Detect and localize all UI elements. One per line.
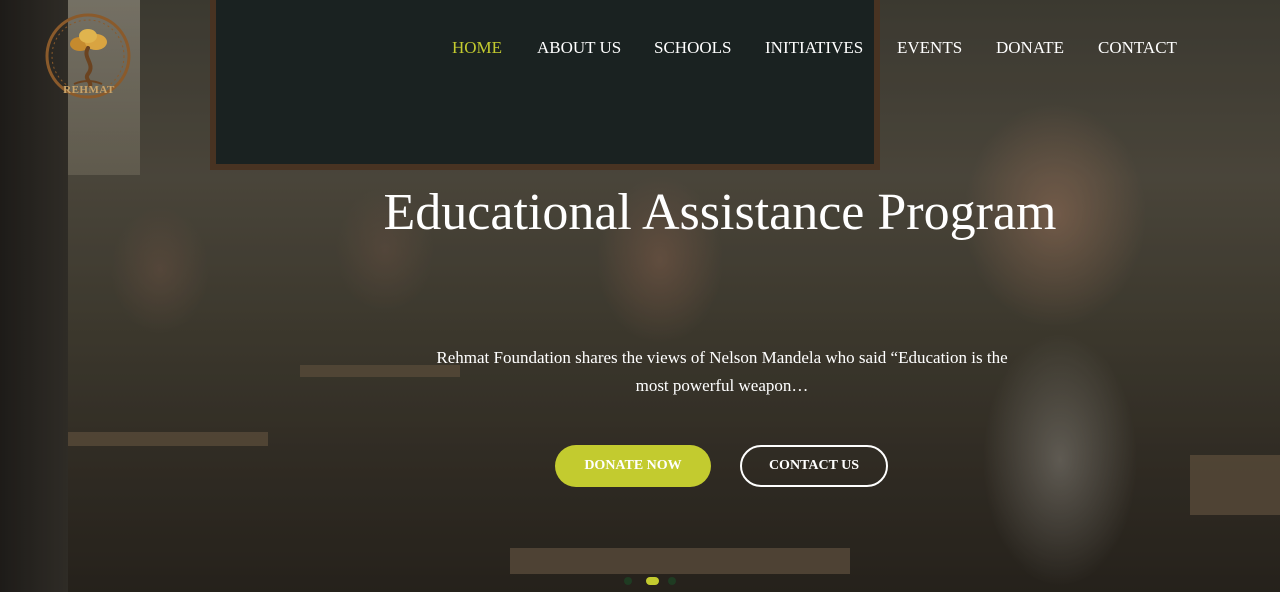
slider-dot-active[interactable] (646, 577, 659, 585)
logo-text: REHMAT (63, 84, 115, 96)
hero-dark-overlay (0, 0, 1280, 592)
nav-schools[interactable]: SCHOOLS (654, 38, 731, 58)
slider-pagination (624, 577, 684, 587)
hero-background-image (0, 0, 1280, 592)
nav-initiatives[interactable]: INITIATIVES (765, 38, 863, 58)
slider-dot[interactable] (624, 577, 632, 585)
contact-us-button[interactable]: CONTACT US (740, 445, 888, 487)
nav-donate[interactable]: DONATE (996, 38, 1064, 58)
nav-events[interactable]: EVENTS (897, 38, 962, 58)
main-navigation: HOME ABOUT US SCHOOLS INITIATIVES EVENTS… (0, 38, 1280, 60)
nav-home[interactable]: HOME (452, 38, 502, 58)
nav-about-us[interactable]: ABOUT US (537, 38, 621, 58)
nav-contact[interactable]: CONTACT (1098, 38, 1177, 58)
slider-dot[interactable] (668, 577, 676, 585)
donate-now-button[interactable]: DONATE NOW (555, 445, 711, 487)
hero-subtitle: Rehmat Foundation shares the views of Ne… (436, 348, 1008, 395)
hero-title: Educational Assistance Program (383, 184, 1057, 241)
